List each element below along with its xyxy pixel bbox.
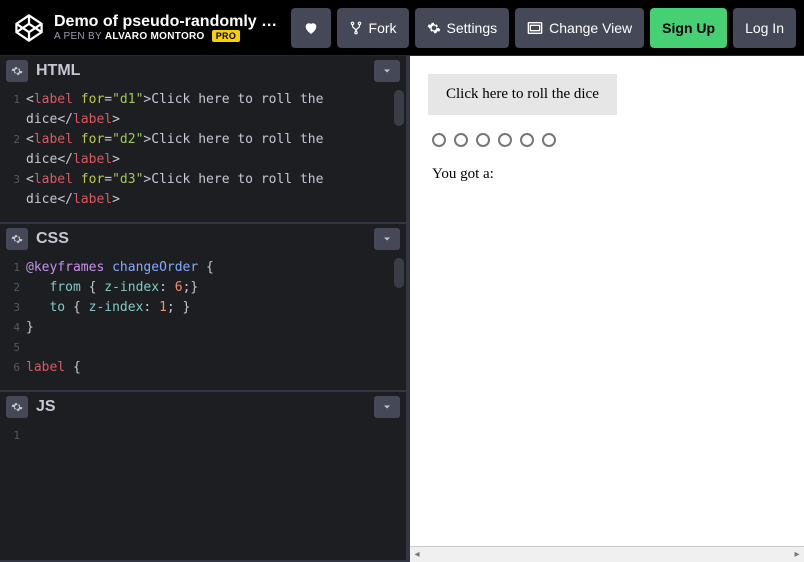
html-editor[interactable]: 1<label for="d1">Click here to roll the …	[0, 86, 406, 222]
html-collapse-button[interactable]	[374, 60, 400, 82]
pen-title[interactable]: Demo of pseudo-randomly g…	[54, 13, 284, 31]
title-block: Demo of pseudo-randomly g… A PEN BY Alva…	[54, 13, 284, 42]
author-link[interactable]: Alvaro Montoro	[105, 31, 205, 42]
dice-dot[interactable]	[542, 133, 556, 147]
html-panel-title: HTML	[36, 62, 80, 80]
result-text: You got a:	[432, 166, 786, 183]
css-panel-title: CSS	[36, 230, 69, 248]
css-settings-button[interactable]	[6, 228, 28, 250]
main: HTML 1<label for="d1">Click here to roll…	[0, 56, 804, 562]
scrollbar[interactable]	[394, 90, 404, 126]
dice-dot[interactable]	[498, 133, 512, 147]
header: Demo of pseudo-randomly g… A PEN BY Alva…	[0, 0, 804, 56]
html-panel-header: HTML	[0, 56, 406, 86]
chevron-down-icon	[381, 65, 393, 77]
dice-dot[interactable]	[432, 133, 446, 147]
preview-content: Click here to roll the dice You got a:	[410, 56, 804, 201]
gear-icon	[11, 65, 23, 77]
js-settings-button[interactable]	[6, 396, 28, 418]
editors-column: HTML 1<label for="d1">Click here to roll…	[0, 56, 410, 562]
dice-dots	[432, 133, 786, 152]
preview-frame[interactable]: Click here to roll the dice You got a:	[410, 56, 804, 546]
scroll-right-icon[interactable]: ▸	[790, 547, 804, 562]
css-editor[interactable]: 1@keyframes changeOrder {2 from { z-inde…	[0, 254, 406, 390]
dice-dot[interactable]	[520, 133, 534, 147]
js-panel-title: JS	[36, 398, 56, 416]
settings-button[interactable]: Settings	[415, 8, 510, 48]
gear-icon	[427, 21, 441, 35]
js-panel: JS 1	[0, 392, 406, 562]
css-collapse-button[interactable]	[374, 228, 400, 250]
layout-icon	[527, 21, 543, 35]
pro-badge: PRO	[212, 30, 240, 42]
like-button[interactable]	[291, 8, 331, 48]
js-editor[interactable]: 1	[0, 422, 406, 560]
gear-icon	[11, 401, 23, 413]
codepen-logo[interactable]	[12, 11, 46, 45]
css-panel: CSS 1@keyframes changeOrder {2 from { z-…	[0, 224, 406, 392]
change-view-button[interactable]: Change View	[515, 8, 644, 48]
html-settings-button[interactable]	[6, 60, 28, 82]
pen-byline: A PEN BY Alvaro Montoro PRO	[54, 31, 284, 42]
chevron-down-icon	[381, 401, 393, 413]
chevron-down-icon	[381, 233, 393, 245]
scrollbar[interactable]	[394, 258, 404, 288]
html-panel: HTML 1<label for="d1">Click here to roll…	[0, 56, 406, 224]
dice-dot[interactable]	[454, 133, 468, 147]
css-panel-header: CSS	[0, 224, 406, 254]
signup-button[interactable]: Sign Up	[650, 8, 727, 48]
fork-button[interactable]: Fork	[337, 8, 409, 48]
scroll-left-icon[interactable]: ◂	[410, 547, 424, 562]
login-button[interactable]: Log In	[733, 8, 796, 48]
js-collapse-button[interactable]	[374, 396, 400, 418]
gear-icon	[11, 233, 23, 245]
js-panel-header: JS	[0, 392, 406, 422]
dice-dot[interactable]	[476, 133, 490, 147]
codepen-icon	[15, 14, 43, 42]
heart-icon	[303, 20, 319, 36]
roll-dice-button[interactable]: Click here to roll the dice	[428, 74, 617, 115]
preview-column: Click here to roll the dice You got a: ◂…	[410, 56, 804, 562]
fork-icon	[349, 21, 363, 35]
horizontal-scrollbar[interactable]: ◂ ▸	[410, 546, 804, 562]
